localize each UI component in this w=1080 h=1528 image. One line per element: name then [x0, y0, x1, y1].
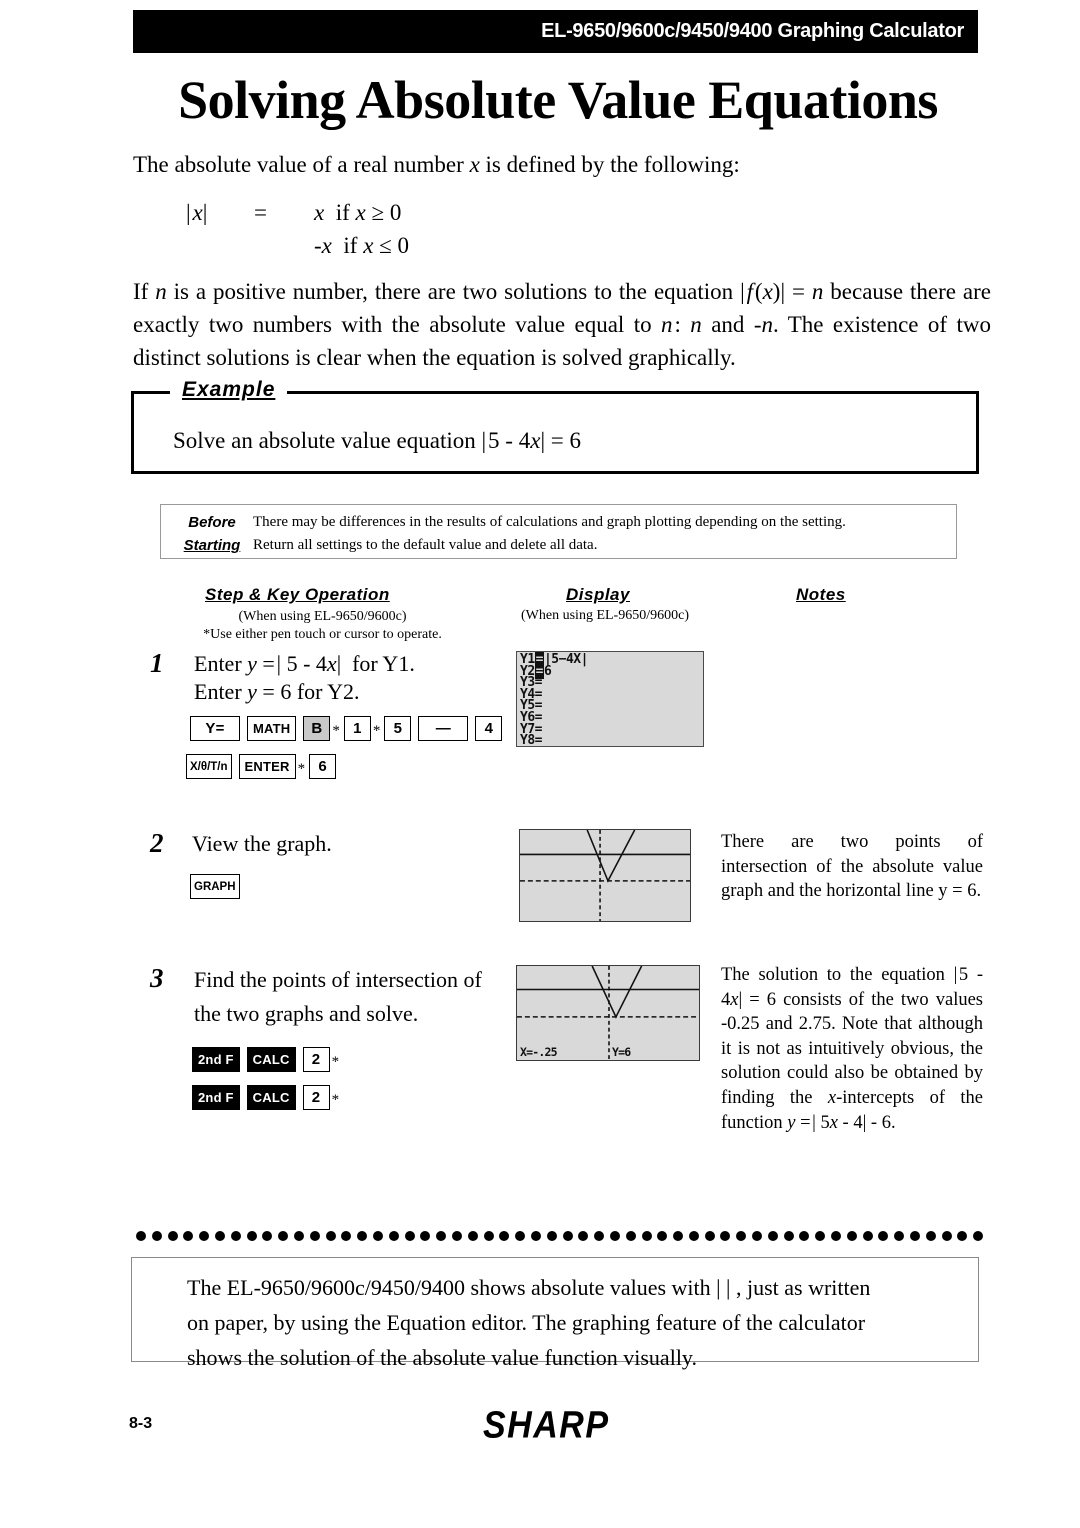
bottom-note-line-2: on paper, by using the Equation editor. … — [187, 1309, 866, 1335]
column-subtext-display: (When using EL-9650/9600c) — [521, 608, 689, 623]
definition-lhs: | x| — [186, 200, 208, 225]
definition-case-2-value: -x if x ≤ 0 — [314, 233, 410, 259]
intro-paragraph-2: If n is a positive number, there are two… — [133, 279, 991, 370]
bottom-note-text: The EL-9650/9600c/9450/9400 shows absolu… — [187, 1271, 932, 1375]
column-header-step: Step & Key Operation — [205, 585, 390, 604]
key-footnote-star: * — [331, 1054, 340, 1070]
lcd-readout-x: X=-.25 — [520, 1045, 558, 1059]
step-sub-line1: (When using EL-9650/9600c) — [238, 609, 407, 624]
before-text-line2: Return all settings to the default value… — [253, 537, 598, 554]
before-label-line1: Before — [188, 514, 236, 531]
lcd-y-editor-screen: Y1=|5−4X| Y2=6 Y3= Y4= Y5= Y6= Y7= Y8= — [516, 651, 704, 747]
step-3-key-sequence-row-2: 2nd F CALC 2 * — [192, 1085, 343, 1110]
key-1[interactable]: 1 — [343, 716, 371, 741]
key-2[interactable]: 2 — [302, 1047, 330, 1072]
key-footnote-star: * — [297, 761, 306, 777]
definition-case-1-value: x if x ≥ 0 — [314, 200, 402, 225]
step-1-key-sequence-row-2: X/θ/T/n ENTER * 6 — [186, 754, 337, 779]
key-4[interactable]: 4 — [475, 716, 503, 741]
absolute-value-definition: | x| = x if x ≥ 0 -x if x ≤ 0 — [186, 196, 409, 263]
step-3-note: The solution to the equation | 5 - 4x| =… — [721, 965, 983, 1133]
step-3-instruction: Find the points of intersection of the t… — [194, 963, 516, 1031]
lcd-line-y2: Y2=6 — [520, 663, 552, 679]
step-2-key-sequence-row-1: GRAPH — [190, 874, 240, 899]
key-2[interactable]: 2 — [302, 1085, 330, 1110]
key-math[interactable]: MATH — [247, 716, 297, 741]
definition-case-1: | x| = x if x ≥ 0 — [186, 196, 409, 229]
page-title: Solving Absolute Value Equations — [178, 70, 938, 130]
lcd-readout-y: Y=6 — [612, 1045, 631, 1059]
column-header-display: Display — [566, 585, 630, 604]
lcd-line-y7: Y7= — [520, 721, 543, 737]
key-x-theta-t-n[interactable]: X/θ/T/n — [186, 754, 232, 779]
key-y-equals[interactable]: Y= — [190, 716, 240, 741]
before-starting-label: Before Starting — [166, 511, 258, 558]
header-title: EL-9650/9600c/9450/9400 Graphing Calcula… — [541, 20, 964, 42]
page-number: 8-3 — [129, 1415, 153, 1432]
key-footnote-star: * — [331, 1092, 340, 1108]
key-calc[interactable]: CALC — [246, 1085, 296, 1110]
key-6[interactable]: 6 — [309, 754, 337, 779]
bottom-note-line-3: shows the solution of the absolute value… — [187, 1344, 697, 1370]
key-enter[interactable]: ENTER — [238, 754, 296, 779]
dotted-divider — [136, 1230, 984, 1242]
key-2nd-f[interactable]: 2nd F — [192, 1085, 240, 1110]
intro-paragraph-1: The absolute value of a real number x is… — [133, 152, 740, 177]
key-footnote-star: * — [372, 723, 381, 739]
column-header-notes: Notes — [796, 585, 846, 604]
document-header-bar: EL-9650/9600c/9450/9400 Graphing Calcula… — [133, 10, 978, 53]
graph-absolute-value-curve — [591, 966, 643, 1019]
definition-equals: = — [254, 200, 267, 225]
before-text-line1: There may be differences in the results … — [253, 514, 846, 530]
step-3-key-sequence-row-1: 2nd F CALC 2 * — [192, 1047, 343, 1072]
key-calc[interactable]: CALC — [246, 1047, 296, 1072]
graph-absolute-value-curve — [586, 830, 636, 883]
step-number-1: 1 — [150, 648, 164, 678]
step-sub-line2: *Use either pen touch or cursor to opera… — [203, 626, 442, 642]
example-text: Solve an absolute value equation | 5 - 4… — [173, 428, 582, 453]
lcd-graph-screen-step3: X=-.25 Y=6 — [516, 965, 700, 1061]
step-1-line-1: Enter y = | 5 - 4x| for Y1. — [194, 651, 415, 676]
step-2-instruction: View the graph. — [192, 831, 332, 856]
lcd-line-y3: Y3= — [520, 675, 543, 691]
before-label-line2: Starting — [183, 537, 241, 555]
step-number-3: 3 — [150, 963, 164, 993]
key-minus[interactable]: — — [418, 716, 469, 741]
key-b[interactable]: B — [303, 716, 331, 741]
lcd-line-y8: Y8= — [520, 733, 543, 747]
sharp-logo: SHARP — [483, 1404, 610, 1447]
graph-plot-step2 — [520, 830, 690, 921]
example-legend: Example — [170, 378, 288, 402]
lcd-line-y6: Y6= — [520, 709, 543, 725]
step-1-instruction: Enter y = | 5 - 4x| for Y1. Enter y = 6 … — [194, 650, 514, 706]
definition-case-2: -x if x ≤ 0 — [186, 229, 409, 262]
step-3-line-2: the two graphs and solve. — [194, 1001, 419, 1027]
key-5[interactable]: 5 — [384, 716, 412, 741]
step-number-2: 2 — [150, 828, 164, 858]
step-3-line-1: Find the points of intersection of — [194, 967, 482, 992]
step-2-note: There are two points of intersection of … — [721, 832, 983, 902]
lcd-line-y4: Y4= — [520, 686, 543, 702]
before-starting-text: There may be differences in the results … — [253, 511, 948, 558]
lcd-graph-screen-step2 — [519, 829, 691, 922]
step-1-key-sequence-row-1: Y= MATH B * 1 * 5 — 4 — [190, 716, 503, 741]
bottom-note-line-1: The EL-9650/9600c/9450/9400 shows absolu… — [187, 1275, 871, 1300]
key-graph[interactable]: GRAPH — [190, 874, 240, 899]
key-footnote-star: * — [332, 723, 340, 739]
column-subtext-step: (When using EL-9650/9600c) *Use either p… — [150, 608, 495, 643]
step-1-line-2: Enter y = 6 for Y2. — [194, 678, 360, 704]
key-2nd-f[interactable]: 2nd F — [192, 1047, 240, 1072]
lcd-line-y5: Y5= — [520, 698, 543, 714]
